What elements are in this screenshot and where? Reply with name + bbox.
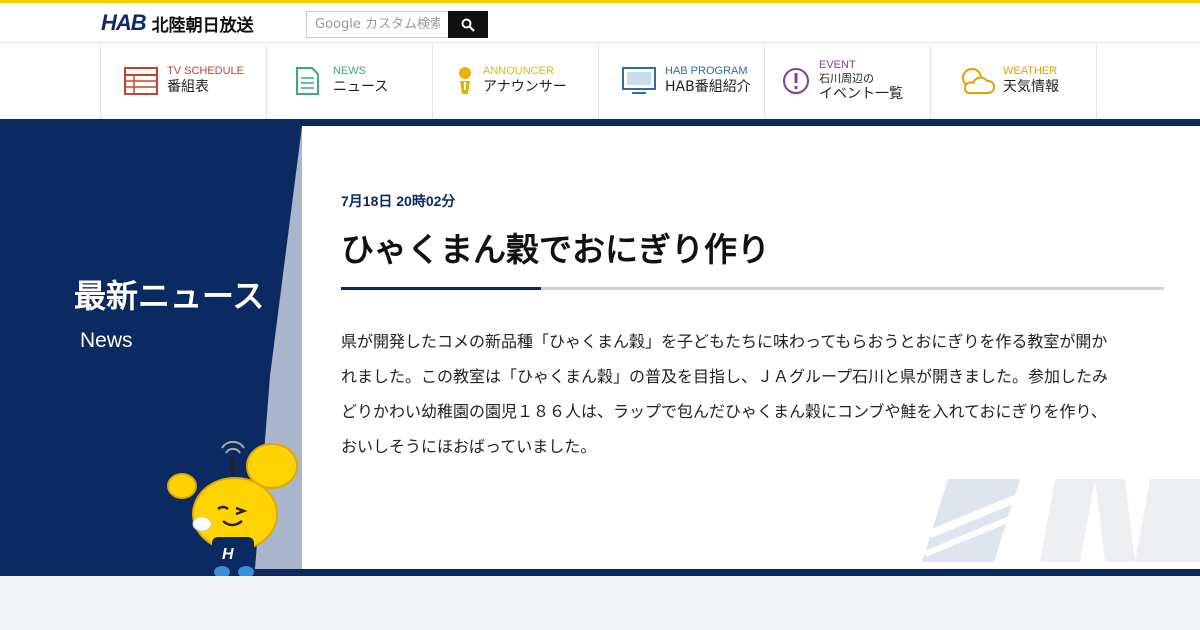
search-input[interactable] [306, 11, 448, 38]
article-body: 県が開発したコメの新品種「ひゃくまん穀」を子どもたちに味わってもらおうとおにぎり… [341, 332, 1109, 456]
nav-jp-label: アナウンサー [483, 79, 567, 95]
nav-jp-label: 天気情報 [1003, 79, 1059, 95]
site-logo[interactable]: HAB 北陸朝日放送 [101, 10, 254, 36]
nav-en-label: WEATHER [1003, 65, 1058, 77]
title-divider [341, 287, 1164, 290]
event-icon [781, 64, 811, 98]
tv-schedule-icon [123, 64, 159, 98]
logo-mark: HAB [101, 10, 147, 35]
nav-item-announcer[interactable]: ANNOUNCER アナウンサー [433, 43, 599, 118]
title-divider-accent [341, 287, 541, 290]
nav-jp-label: ニュース [333, 79, 389, 95]
nav-en-label: NEWS [333, 65, 366, 77]
nav-item-hab-program[interactable]: HAB PROGRAM HAB番組紹介 [599, 43, 765, 118]
article-title: ひゃくまん穀でおにぎり作り [341, 230, 770, 269]
search-button[interactable] [448, 11, 488, 38]
weather-icon [959, 64, 995, 98]
hab-watermark-logo [920, 479, 1200, 562]
nav-jp-small-label: 石川周辺の [819, 71, 874, 85]
nav-item-event[interactable]: EVENT 石川周辺の イベント一覧 [765, 43, 931, 118]
mascot-character: H [167, 441, 298, 578]
nav-item-news[interactable]: NEWS ニュース [267, 43, 433, 118]
nav-item-tv-schedule[interactable]: TV SCHEDULE 番組表 [101, 43, 267, 118]
search-box [306, 11, 488, 38]
logo-text: 北陸朝日放送 [151, 15, 254, 36]
nav-en-label: TV SCHEDULE [167, 65, 245, 77]
nav-item-weather[interactable]: WEATHER 天気情報 [931, 43, 1097, 118]
section-subtitle: News [80, 329, 133, 352]
nav-jp-label: イベント一覧 [819, 85, 903, 102]
nav-jp-label: HAB番組紹介 [665, 79, 751, 95]
article-date: 7月18日 20時02分 [341, 193, 456, 209]
news-icon [289, 64, 325, 98]
nav-en-label: HAB PROGRAM [665, 65, 748, 77]
svg-text:H: H [222, 546, 234, 563]
page-footer-area [0, 576, 1200, 630]
search-icon [461, 18, 475, 32]
nav-en-label: EVENT [819, 58, 856, 71]
nav-jp-label: 番組表 [167, 79, 209, 95]
nav-en-label: ANNOUNCER [483, 65, 554, 77]
tv-icon [621, 64, 657, 98]
news-hero: 最新ニュース News H 7月18日 20時02分 ひゃくまん穀でおにぎり作り… [0, 119, 1200, 578]
section-title: 最新ニュース [74, 277, 265, 315]
main-nav: TV SCHEDULE 番組表 NEWS ニュース ANNOUNCER アナウン… [0, 42, 1200, 118]
announcer-icon [455, 64, 475, 98]
top-bar: HAB 北陸朝日放送 [0, 0, 1200, 42]
